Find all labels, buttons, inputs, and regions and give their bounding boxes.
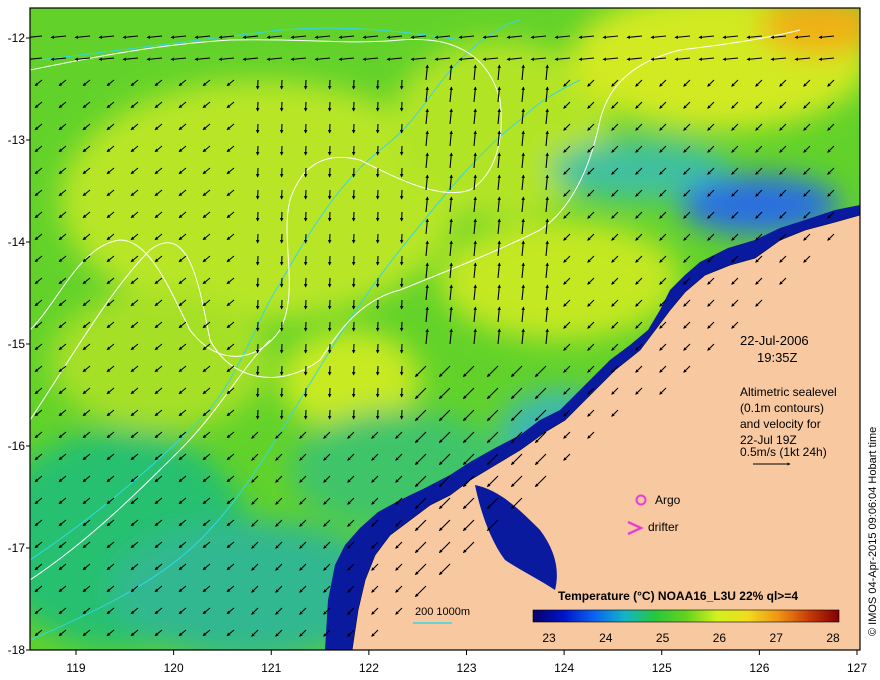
colorbar — [532, 609, 840, 623]
credit-text: © IMOS 04-Apr-2015 09:06:04 Hobart time — [867, 427, 879, 636]
altimetry-line-2: (0.1m contours) — [740, 401, 824, 415]
time-label: 19:35Z — [757, 350, 798, 365]
y-axis: -12 -13 -14 -15 -16 -17 -18 — [8, 31, 30, 657]
x-tick-label: 126 — [749, 661, 769, 675]
y-tick-label: -18 — [8, 643, 26, 657]
y-tick-label: -14 — [8, 235, 26, 249]
y-tick-label: -12 — [8, 31, 26, 45]
colorbar-tick-label: 23 — [542, 631, 556, 645]
x-axis: 119 120 121 122 123 124 125 126 127 — [66, 650, 867, 675]
isobath-legend-label: 200 1000m — [415, 606, 470, 618]
colorbar-tick-label: 27 — [770, 631, 784, 645]
x-tick-label: 119 — [66, 661, 85, 675]
colorbar-tick-label: 26 — [713, 631, 727, 645]
y-tick-label: -17 — [8, 541, 26, 555]
map-plot-area: Argo drifter 22-Jul-2006 19:35Z Altimetr… — [30, 8, 860, 650]
altimetry-line-3: and velocity for — [740, 417, 821, 431]
y-tick-label: -15 — [8, 337, 26, 351]
sea-surface-temperature-map: Argo drifter 22-Jul-2006 19:35Z Altimetr… — [8, 7, 879, 675]
colorbar-title: Temperature (°C) NOAA16_L3U 22% ql>=4 — [558, 589, 798, 603]
altimetry-line-5: 0.5m/s (1kt 24h) — [740, 445, 827, 459]
altimetry-line-1: Altimetric sealevel — [740, 385, 837, 399]
x-tick-label: 120 — [164, 661, 184, 675]
date-label: 22-Jul-2006 — [740, 333, 809, 348]
drifter-label: drifter — [648, 520, 679, 534]
x-tick-label: 123 — [456, 661, 476, 675]
x-tick-label: 124 — [554, 661, 574, 675]
x-tick-label: 125 — [652, 661, 672, 675]
colorbar-tick-label: 25 — [656, 631, 670, 645]
x-tick-label: 121 — [261, 661, 281, 675]
y-tick-label: -16 — [8, 439, 26, 453]
argo-label: Argo — [655, 493, 681, 507]
x-tick-label: 127 — [847, 661, 867, 675]
x-tick-label: 122 — [359, 661, 379, 675]
y-tick-label: -13 — [8, 133, 26, 147]
colorbar-tick-label: 24 — [599, 631, 613, 645]
colorbar-tick-label: 28 — [826, 631, 840, 645]
